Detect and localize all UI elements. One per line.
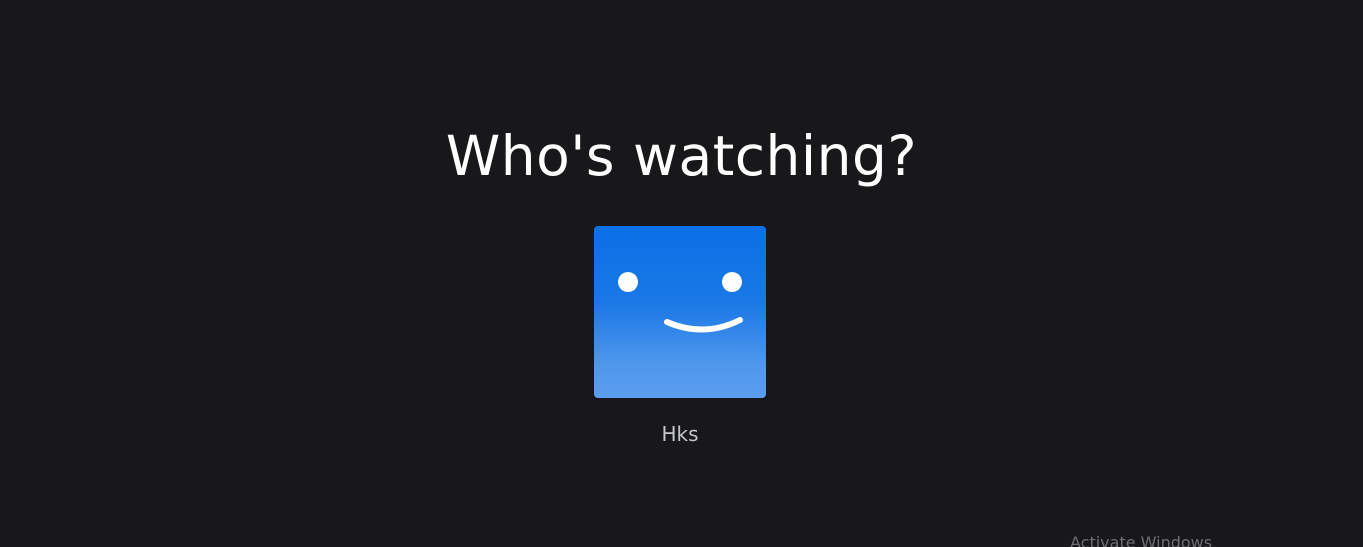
smile-mouth (664, 317, 743, 333)
profile-name[interactable]: Hks (594, 422, 766, 446)
page-title: Who's watching? (445, 124, 918, 188)
profile-card-hks[interactable]: Hks (594, 226, 766, 446)
smiley-face-icon (618, 272, 743, 333)
right-eye (722, 272, 742, 292)
left-eye (618, 272, 638, 292)
activate-windows-watermark: Activate Windows (1070, 533, 1213, 547)
profile-selection-page: Who's watching? Hks Activate Windows (0, 0, 1363, 547)
profile-avatar[interactable] (594, 226, 766, 398)
